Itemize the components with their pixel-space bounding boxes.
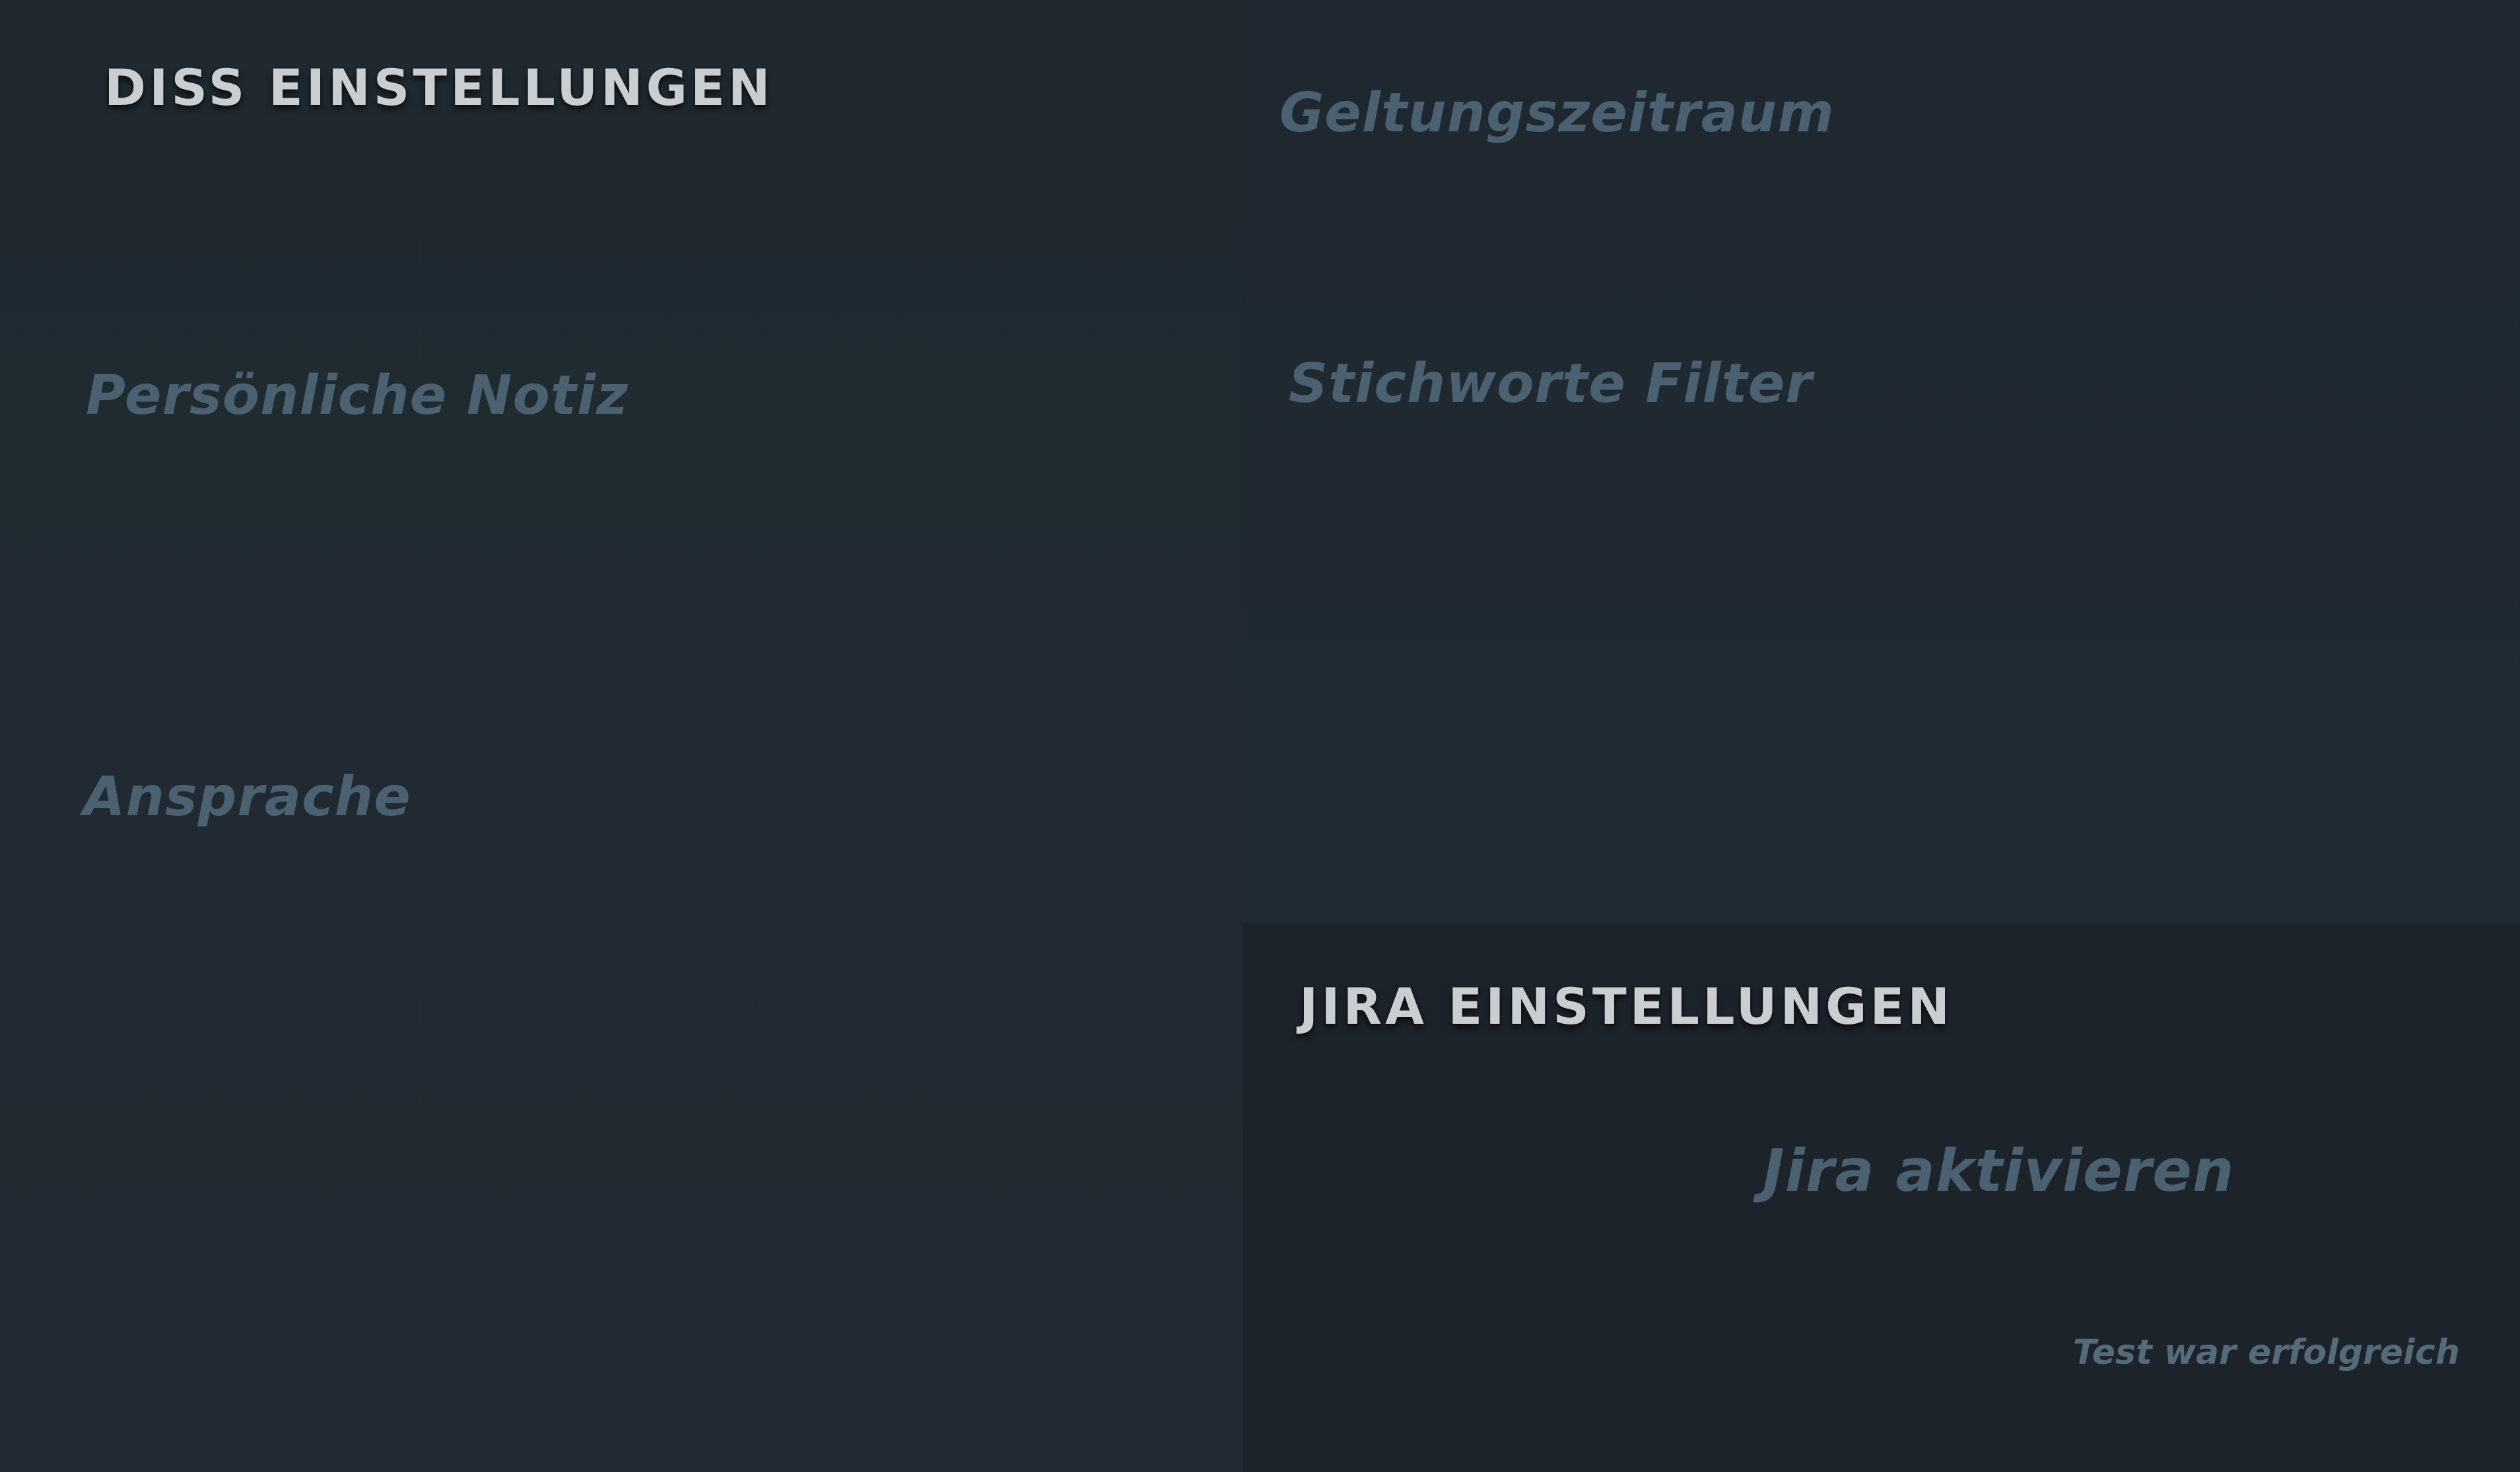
jira-settings-title: JIRA EINSTELLUNGEN bbox=[1299, 977, 1954, 1036]
test-status-message: Test war erfolgreich bbox=[2073, 1333, 2460, 1372]
personal-note-label: Persönliche Notiz bbox=[86, 364, 629, 427]
filter-settings-panel: Geltungszeitraum Stichworte Filter bbox=[1243, 0, 2520, 923]
salutation-label: Ansprache bbox=[83, 766, 411, 828]
jira-activate-label[interactable]: Jira aktivieren bbox=[1763, 1137, 2234, 1205]
keyword-filter-label: Stichworte Filter bbox=[1289, 352, 1813, 415]
diss-settings-title: DISS EINSTELLUNGEN bbox=[104, 58, 774, 117]
diss-settings-panel: DISS EINSTELLUNGEN Persönliche Notiz Ans… bbox=[0, 0, 1243, 1472]
jira-settings-panel: JIRA EINSTELLUNGEN Jira aktivieren Test … bbox=[1243, 923, 2520, 1472]
validity-period-label: Geltungszeitraum bbox=[1279, 82, 1835, 145]
